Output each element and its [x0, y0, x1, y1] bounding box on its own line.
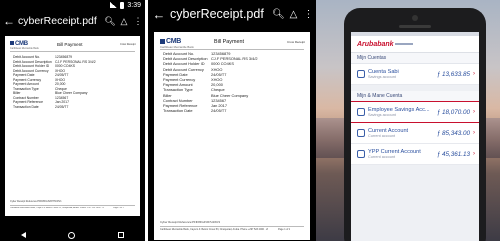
chevron-right-icon: › — [473, 151, 475, 157]
phone-frame: Arubabank Mijn Cuentas Cuenta Sabi Savin… — [344, 8, 486, 241]
account-balance: ƒ 45,361.13 — [436, 150, 470, 158]
speaker-grille — [399, 25, 431, 28]
divider — [10, 51, 135, 52]
more-vert-icon[interactable]: ⋮ — [131, 16, 145, 27]
status-bar: 3:39 — [0, 0, 145, 10]
receipt-type: Crow Receipt — [287, 40, 306, 44]
page-number: Page 1 of 1 — [278, 228, 291, 231]
nav-home-icon[interactable] — [68, 231, 76, 239]
back-arrow-icon[interactable]: ← — [148, 7, 170, 22]
divider — [10, 205, 135, 206]
receipt-type: Crow Receipt — [120, 43, 136, 46]
bank-address: Caribbean Mercantile Bank, Caya G.F. Bet… — [10, 207, 104, 209]
account-row[interactable]: YPP Current Account Current account ƒ 45… — [351, 144, 479, 165]
phone-screen: Arubabank Mijn Cuentas Cuenta Sabi Savin… — [351, 32, 479, 241]
divider — [160, 226, 304, 227]
search-icon[interactable]: 🔍︎ — [103, 16, 117, 27]
bank-address: Caribbean Mercantile Bank, Caya G.F. Bet… — [160, 228, 268, 231]
app-bar: ← cyberReceipt.pdf 🔍︎ △ ⋮ — [0, 10, 145, 32]
section-header: Mijn & Mane Cuenta — [351, 91, 479, 102]
app-header: Arubabank — [351, 36, 479, 53]
account-icon — [357, 108, 365, 116]
receipt-reference: Cyber Receipt Reference:PFIF8FG4VR7H1WV1 — [160, 220, 221, 224]
banking-app-promo: Arubabank Mijn Cuentas Cuenta Sabi Savin… — [316, 0, 500, 241]
pdf-page: CMB Caribbean Mercantile Bank Bill Payme… — [154, 32, 310, 240]
account-icon — [357, 150, 365, 158]
chevron-right-icon: › — [473, 71, 475, 77]
account-row[interactable]: Employee Savings Acc... Savings account … — [351, 102, 479, 123]
back-arrow-icon[interactable]: ← — [0, 14, 18, 28]
receipt-title: Bill Payment — [57, 42, 83, 47]
receipt-reference: Cyber Receipt Reference:PFIF8FG4VR7H1WV1 — [10, 200, 62, 203]
account-type: Current account — [368, 155, 396, 159]
account-balance: ƒ 18,070.00 — [436, 108, 470, 116]
pdf-page: CMB Caribbean Mercantile Bank Bill Payme… — [5, 36, 140, 216]
receipt-row: Transaction Date 24/05/T7 — [13, 105, 69, 110]
receipt-row: Transaction Date 24/05/T7 — [163, 108, 227, 114]
account-row[interactable]: Cuenta Sabi Savings account ƒ 13,633.85 … — [351, 64, 479, 85]
chevron-right-icon: › — [473, 130, 475, 136]
account-icon — [357, 70, 365, 78]
drive-icon[interactable]: △ — [286, 9, 301, 20]
account-balance: ƒ 13,633.85 — [436, 70, 470, 78]
app-bar: ← cyberReceipt.pdf 🔍︎ △ ⋮ — [148, 0, 316, 28]
bank-logo: CMB — [160, 38, 181, 45]
status-time: 3:39 — [127, 1, 141, 9]
nav-back-icon[interactable] — [21, 232, 27, 238]
signal-icon — [110, 2, 118, 8]
nav-bar — [0, 229, 145, 241]
pdf-viewer: ← cyberReceipt.pdf 🔍︎ △ ⋮ CMB Caribbean … — [148, 0, 316, 241]
battery-icon — [120, 1, 125, 9]
camera-icon — [412, 15, 418, 21]
account-type: Current account — [368, 134, 396, 138]
logo-mark-icon — [160, 38, 165, 44]
drive-icon[interactable]: △ — [117, 16, 131, 27]
divider — [160, 49, 304, 50]
receipt-title: Bill Payment — [214, 39, 244, 45]
more-vert-icon[interactable]: ⋮ — [301, 9, 316, 20]
document-title: cyberReceipt.pdf — [170, 7, 264, 21]
account-balance: ƒ 85,343.00 — [436, 129, 470, 137]
nav-recents-icon[interactable] — [117, 232, 124, 238]
account-row[interactable]: Current Account Current account ƒ 85,343… — [351, 123, 479, 144]
page-number: Page 1 of 1 — [113, 207, 124, 209]
chevron-right-icon: › — [473, 109, 475, 115]
search-icon[interactable]: 🔍︎ — [271, 9, 286, 20]
account-icon — [357, 129, 365, 137]
app-logo: Arubabank — [357, 41, 413, 48]
section-header: Mijn Cuentas — [351, 53, 479, 64]
logo-swoosh-icon — [394, 42, 413, 45]
account-type: Savings account — [368, 75, 396, 79]
account-type: Savings account — [368, 113, 396, 117]
bank-name: Caribbean Mercantile Bank — [10, 47, 39, 50]
logo-mark-icon — [10, 41, 14, 46]
document-title: cyberReceipt.pdf — [18, 15, 97, 27]
receipt-fields: Debit Account No. 123456879 Debit Account… — [163, 51, 303, 113]
phone-pdf-viewer-dark: 3:39 ← cyberReceipt.pdf 🔍︎ △ ⋮ CMB Carib… — [0, 0, 145, 241]
receipt-fields: Debit Account No. 123456879 Debit Account… — [13, 55, 135, 110]
